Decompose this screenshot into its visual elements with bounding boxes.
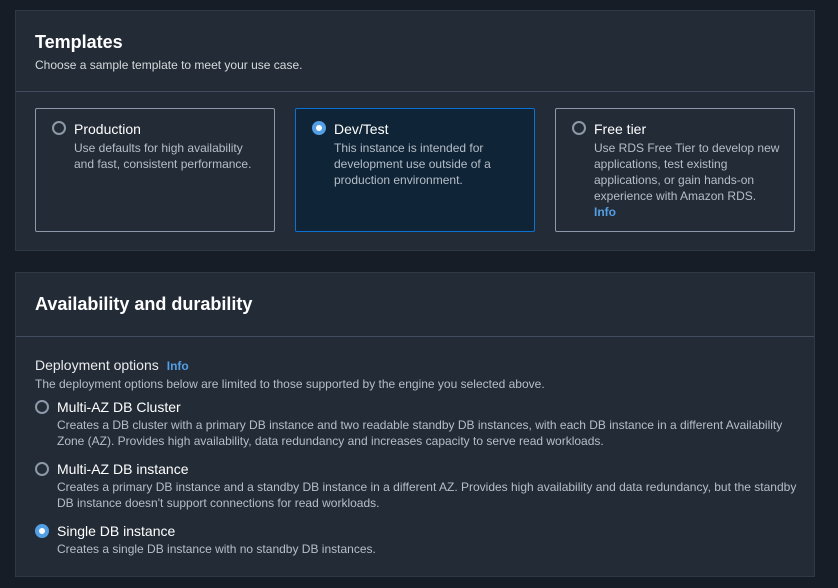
deployment-info-link[interactable]: Info	[167, 359, 189, 373]
option-description: Creates a DB cluster with a primary DB i…	[57, 418, 783, 448]
multi-az-cluster-radio[interactable]	[35, 400, 49, 414]
option-description: Creates a primary DB instance and a stan…	[57, 480, 797, 510]
availability-header: Availability and durability	[16, 273, 814, 315]
template-card-title: Dev/Test	[334, 121, 389, 137]
option-title: Single DB instance	[57, 523, 176, 539]
availability-panel: Availability and durability Deployment o…	[15, 272, 815, 577]
templates-subtitle: Choose a sample template to meet your us…	[35, 58, 303, 72]
template-card-free-tier[interactable]: Free tier Use RDS Free Tier to develop n…	[555, 108, 795, 232]
templates-header: Templates Choose a sample template to me…	[16, 11, 814, 73]
availability-title: Availability and durability	[35, 294, 253, 314]
option-title: Multi-AZ DB instance	[57, 461, 189, 477]
template-card-title: Free tier	[594, 121, 647, 137]
template-card-description: Use defaults for high availability and f…	[74, 141, 252, 171]
production-radio[interactable]	[52, 121, 66, 135]
deployment-options-label: Deployment options Info	[35, 357, 189, 374]
option-title: Multi-AZ DB Cluster	[57, 399, 181, 415]
deployment-options-label-text: Deployment options	[35, 357, 159, 373]
availability-divider	[16, 336, 814, 337]
templates-title: Templates	[35, 32, 123, 52]
free-tier-radio[interactable]	[572, 121, 586, 135]
template-card-title: Production	[74, 121, 141, 137]
templates-panel: Templates Choose a sample template to me…	[15, 10, 815, 251]
deployment-option-single-instance[interactable]: Single DB instance Creates a single DB i…	[35, 523, 805, 557]
deployment-option-multi-az-cluster[interactable]: Multi-AZ DB Cluster Creates a DB cluster…	[35, 399, 805, 449]
free-tier-description-text: Use RDS Free Tier to develop new applica…	[594, 141, 780, 203]
deployment-options-description: The deployment options below are limited…	[35, 377, 545, 391]
single-instance-radio[interactable]	[35, 524, 49, 538]
deployment-option-multi-az-instance[interactable]: Multi-AZ DB instance Creates a primary D…	[35, 461, 805, 511]
option-description: Creates a single DB instance with no sta…	[57, 542, 376, 556]
template-card-dev-test[interactable]: Dev/Test This instance is intended for d…	[295, 108, 535, 232]
dev-test-radio[interactable]	[312, 121, 326, 135]
template-card-production[interactable]: Production Use defaults for high availab…	[35, 108, 275, 232]
template-card-description: This instance is intended for developmen…	[334, 141, 491, 187]
templates-divider	[16, 91, 814, 92]
template-card-description: Use RDS Free Tier to develop new applica…	[594, 140, 780, 220]
free-tier-info-link[interactable]: Info	[594, 205, 616, 219]
multi-az-instance-radio[interactable]	[35, 462, 49, 476]
